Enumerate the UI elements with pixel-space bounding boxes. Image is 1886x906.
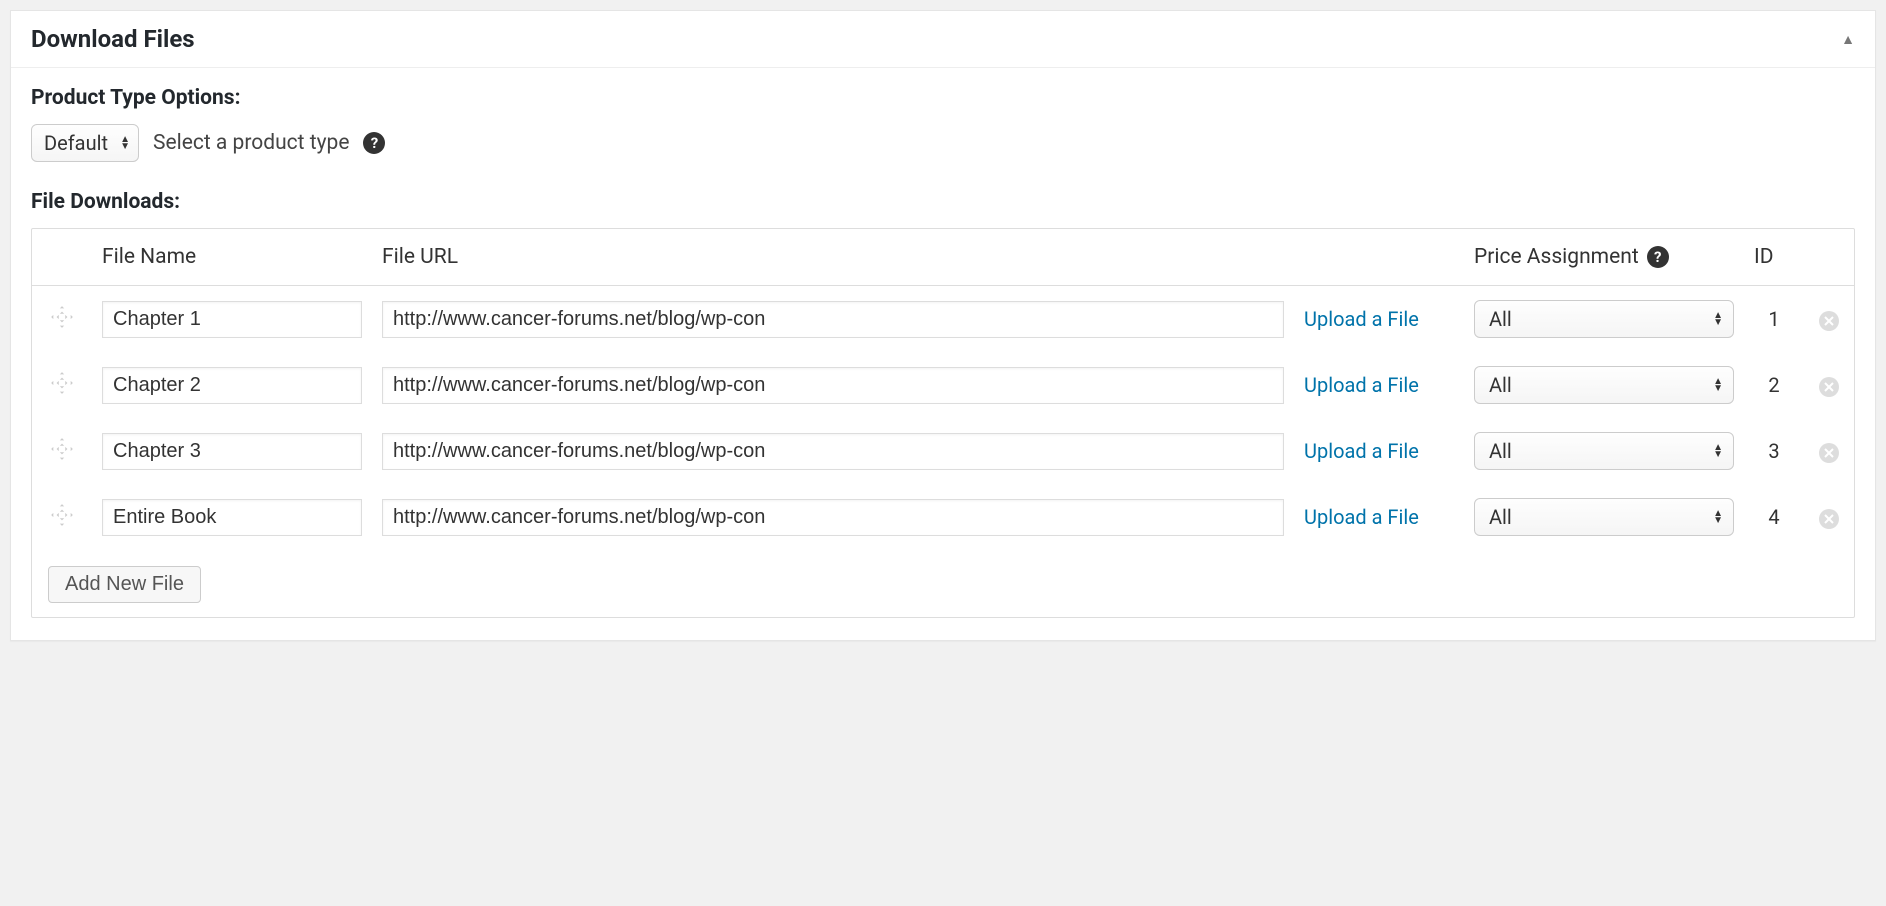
product-type-hint: Select a product type — [153, 131, 349, 155]
upload-file-link[interactable]: Upload a File — [1304, 307, 1419, 331]
collapse-icon[interactable]: ▲ — [1841, 31, 1855, 48]
header-id: ID — [1754, 245, 1774, 269]
file-name-input[interactable] — [102, 499, 362, 536]
file-url-input[interactable] — [382, 433, 1284, 470]
table-row: Upload a File All ▲▼ 3 — [32, 418, 1854, 484]
product-type-selected: Default — [44, 131, 108, 155]
product-type-label: Product Type Options: — [31, 86, 1855, 110]
price-assignment-selected: All — [1489, 373, 1512, 397]
help-icon[interactable]: ? — [363, 132, 385, 154]
upload-file-link[interactable]: Upload a File — [1304, 505, 1419, 529]
table-row: Upload a File All ▲▼ 1 — [32, 286, 1854, 353]
price-assignment-selected: All — [1489, 505, 1512, 529]
help-icon[interactable]: ? — [1647, 246, 1669, 268]
header-file-url: File URL — [382, 245, 458, 269]
file-name-input[interactable] — [102, 367, 362, 404]
add-new-file-button[interactable]: Add New File — [48, 566, 201, 603]
file-name-input[interactable] — [102, 301, 362, 338]
price-assignment-select[interactable]: All ▲▼ — [1474, 366, 1734, 404]
delete-row-icon[interactable] — [1819, 311, 1839, 331]
file-url-input[interactable] — [382, 367, 1284, 404]
price-assignment-select[interactable]: All ▲▼ — [1474, 300, 1734, 338]
select-arrows-icon: ▲▼ — [120, 136, 130, 150]
table-row: Upload a File All ▲▼ 2 — [32, 352, 1854, 418]
drag-handle-icon[interactable] — [49, 509, 75, 533]
download-files-panel: Download Files ▲ Product Type Options: D… — [10, 10, 1876, 641]
delete-row-icon[interactable] — [1819, 443, 1839, 463]
drag-handle-icon[interactable] — [49, 443, 75, 467]
select-arrows-icon: ▲▼ — [1713, 444, 1723, 458]
delete-row-icon[interactable] — [1819, 509, 1839, 529]
select-arrows-icon: ▲▼ — [1713, 510, 1723, 524]
upload-file-link[interactable]: Upload a File — [1304, 373, 1419, 397]
price-assignment-selected: All — [1489, 307, 1512, 331]
file-downloads-label: File Downloads: — [31, 190, 1855, 214]
header-file-name: File Name — [102, 245, 196, 269]
select-arrows-icon: ▲▼ — [1713, 378, 1723, 392]
drag-handle-icon[interactable] — [49, 311, 75, 335]
table-row: Upload a File All ▲▼ 4 — [32, 484, 1854, 550]
file-url-input[interactable] — [382, 499, 1284, 536]
file-id: 3 — [1768, 439, 1779, 463]
files-table: File Name File URL Price Assignment ? ID — [32, 229, 1854, 550]
panel-title: Download Files — [31, 25, 195, 53]
file-id: 1 — [1768, 307, 1779, 331]
price-assignment-select[interactable]: All ▲▼ — [1474, 498, 1734, 536]
drag-handle-icon[interactable] — [49, 377, 75, 401]
upload-file-link[interactable]: Upload a File — [1304, 439, 1419, 463]
select-arrows-icon: ▲▼ — [1713, 312, 1723, 326]
file-id: 2 — [1768, 373, 1779, 397]
product-type-select[interactable]: Default ▲▼ — [31, 124, 139, 162]
files-table-wrap: File Name File URL Price Assignment ? ID — [31, 228, 1855, 618]
price-assignment-select[interactable]: All ▲▼ — [1474, 432, 1734, 470]
price-assignment-selected: All — [1489, 439, 1512, 463]
file-id: 4 — [1768, 505, 1779, 529]
product-type-row: Default ▲▼ Select a product type ? — [31, 124, 1855, 162]
file-url-input[interactable] — [382, 301, 1284, 338]
delete-row-icon[interactable] — [1819, 377, 1839, 397]
panel-header[interactable]: Download Files ▲ — [11, 11, 1875, 68]
file-name-input[interactable] — [102, 433, 362, 470]
header-price-assignment: Price Assignment — [1474, 245, 1639, 269]
panel-body: Product Type Options: Default ▲▼ Select … — [11, 68, 1875, 640]
